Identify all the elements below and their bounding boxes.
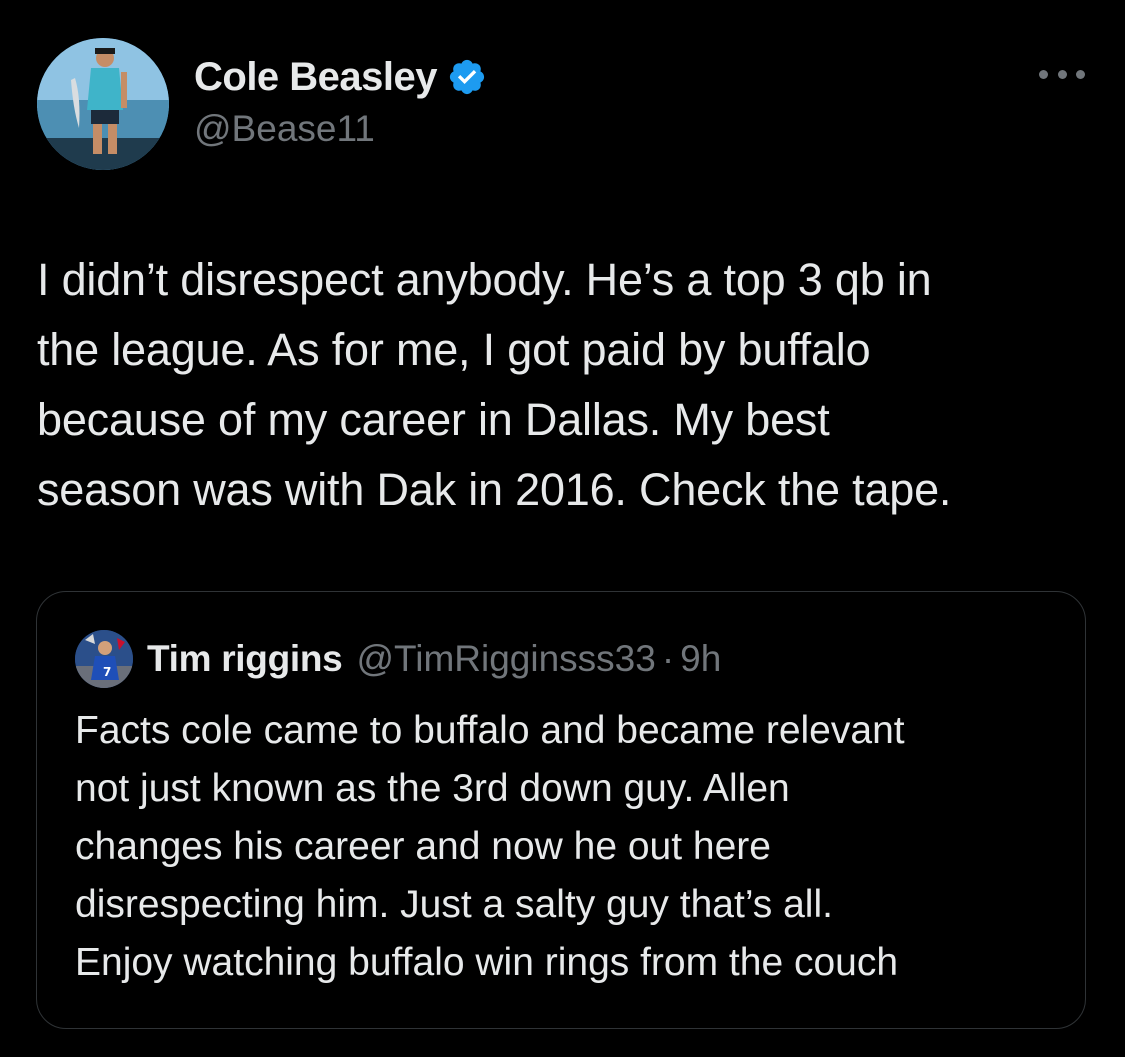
quoted-author-handle[interactable]: @TimRigginsss33 <box>356 638 655 680</box>
quoted-text-line: Enjoy watching buffalo win rings from th… <box>75 941 899 984</box>
quoted-timestamp[interactable]: 9h <box>680 638 721 680</box>
tweet-card: Cole Beasley @Bease11 I didn’t disrespec… <box>0 0 1125 1057</box>
more-dot <box>1039 69 1048 79</box>
quoted-author-display-name[interactable]: Tim riggins <box>147 638 343 680</box>
verified-badge-icon[interactable] <box>447 57 487 97</box>
quoted-text-line: not just known as the 3rd down guy. Alle… <box>75 767 790 810</box>
author-name-row: Cole Beasley <box>194 52 487 102</box>
quoted-tweet-text: Facts cole came to buffalo and became re… <box>75 702 1065 992</box>
quoted-tweet-header: 7 Tim riggins @TimRigginsss33 · 9h <box>75 630 721 688</box>
author-handle[interactable]: @Bease11 <box>194 108 487 150</box>
tweet-text-line: season was with Dak in 2016. Check the t… <box>37 464 952 515</box>
author-avatar[interactable] <box>37 38 169 170</box>
more-dot <box>1057 69 1067 79</box>
more-dot <box>1076 69 1085 79</box>
quoted-tweet[interactable]: 7 Tim riggins @TimRigginsss33 · 9h Facts… <box>36 591 1086 1029</box>
tweet-text-line: the league. As for me, I got paid by buf… <box>37 324 871 375</box>
svg-text:7: 7 <box>103 665 111 679</box>
quoted-text-line: Facts cole came to buffalo and became re… <box>75 709 905 752</box>
quoted-author-avatar[interactable]: 7 <box>75 630 133 688</box>
author-block: Cole Beasley @Bease11 <box>194 52 487 150</box>
tweet-text: I didn’t disrespect anybody. He’s a top … <box>37 245 1097 525</box>
tweet-text-line: I didn’t disrespect anybody. He’s a top … <box>37 254 932 305</box>
author-display-name[interactable]: Cole Beasley <box>194 55 438 100</box>
more-horizontal-icon[interactable] <box>1039 62 1085 86</box>
quoted-text-line: disrespecting him. Just a salty guy that… <box>75 883 833 926</box>
quoted-text-line: changes his career and now he out here <box>75 825 771 868</box>
tweet-text-line: because of my career in Dallas. My best <box>37 394 830 445</box>
separator-dot: · <box>661 638 675 679</box>
